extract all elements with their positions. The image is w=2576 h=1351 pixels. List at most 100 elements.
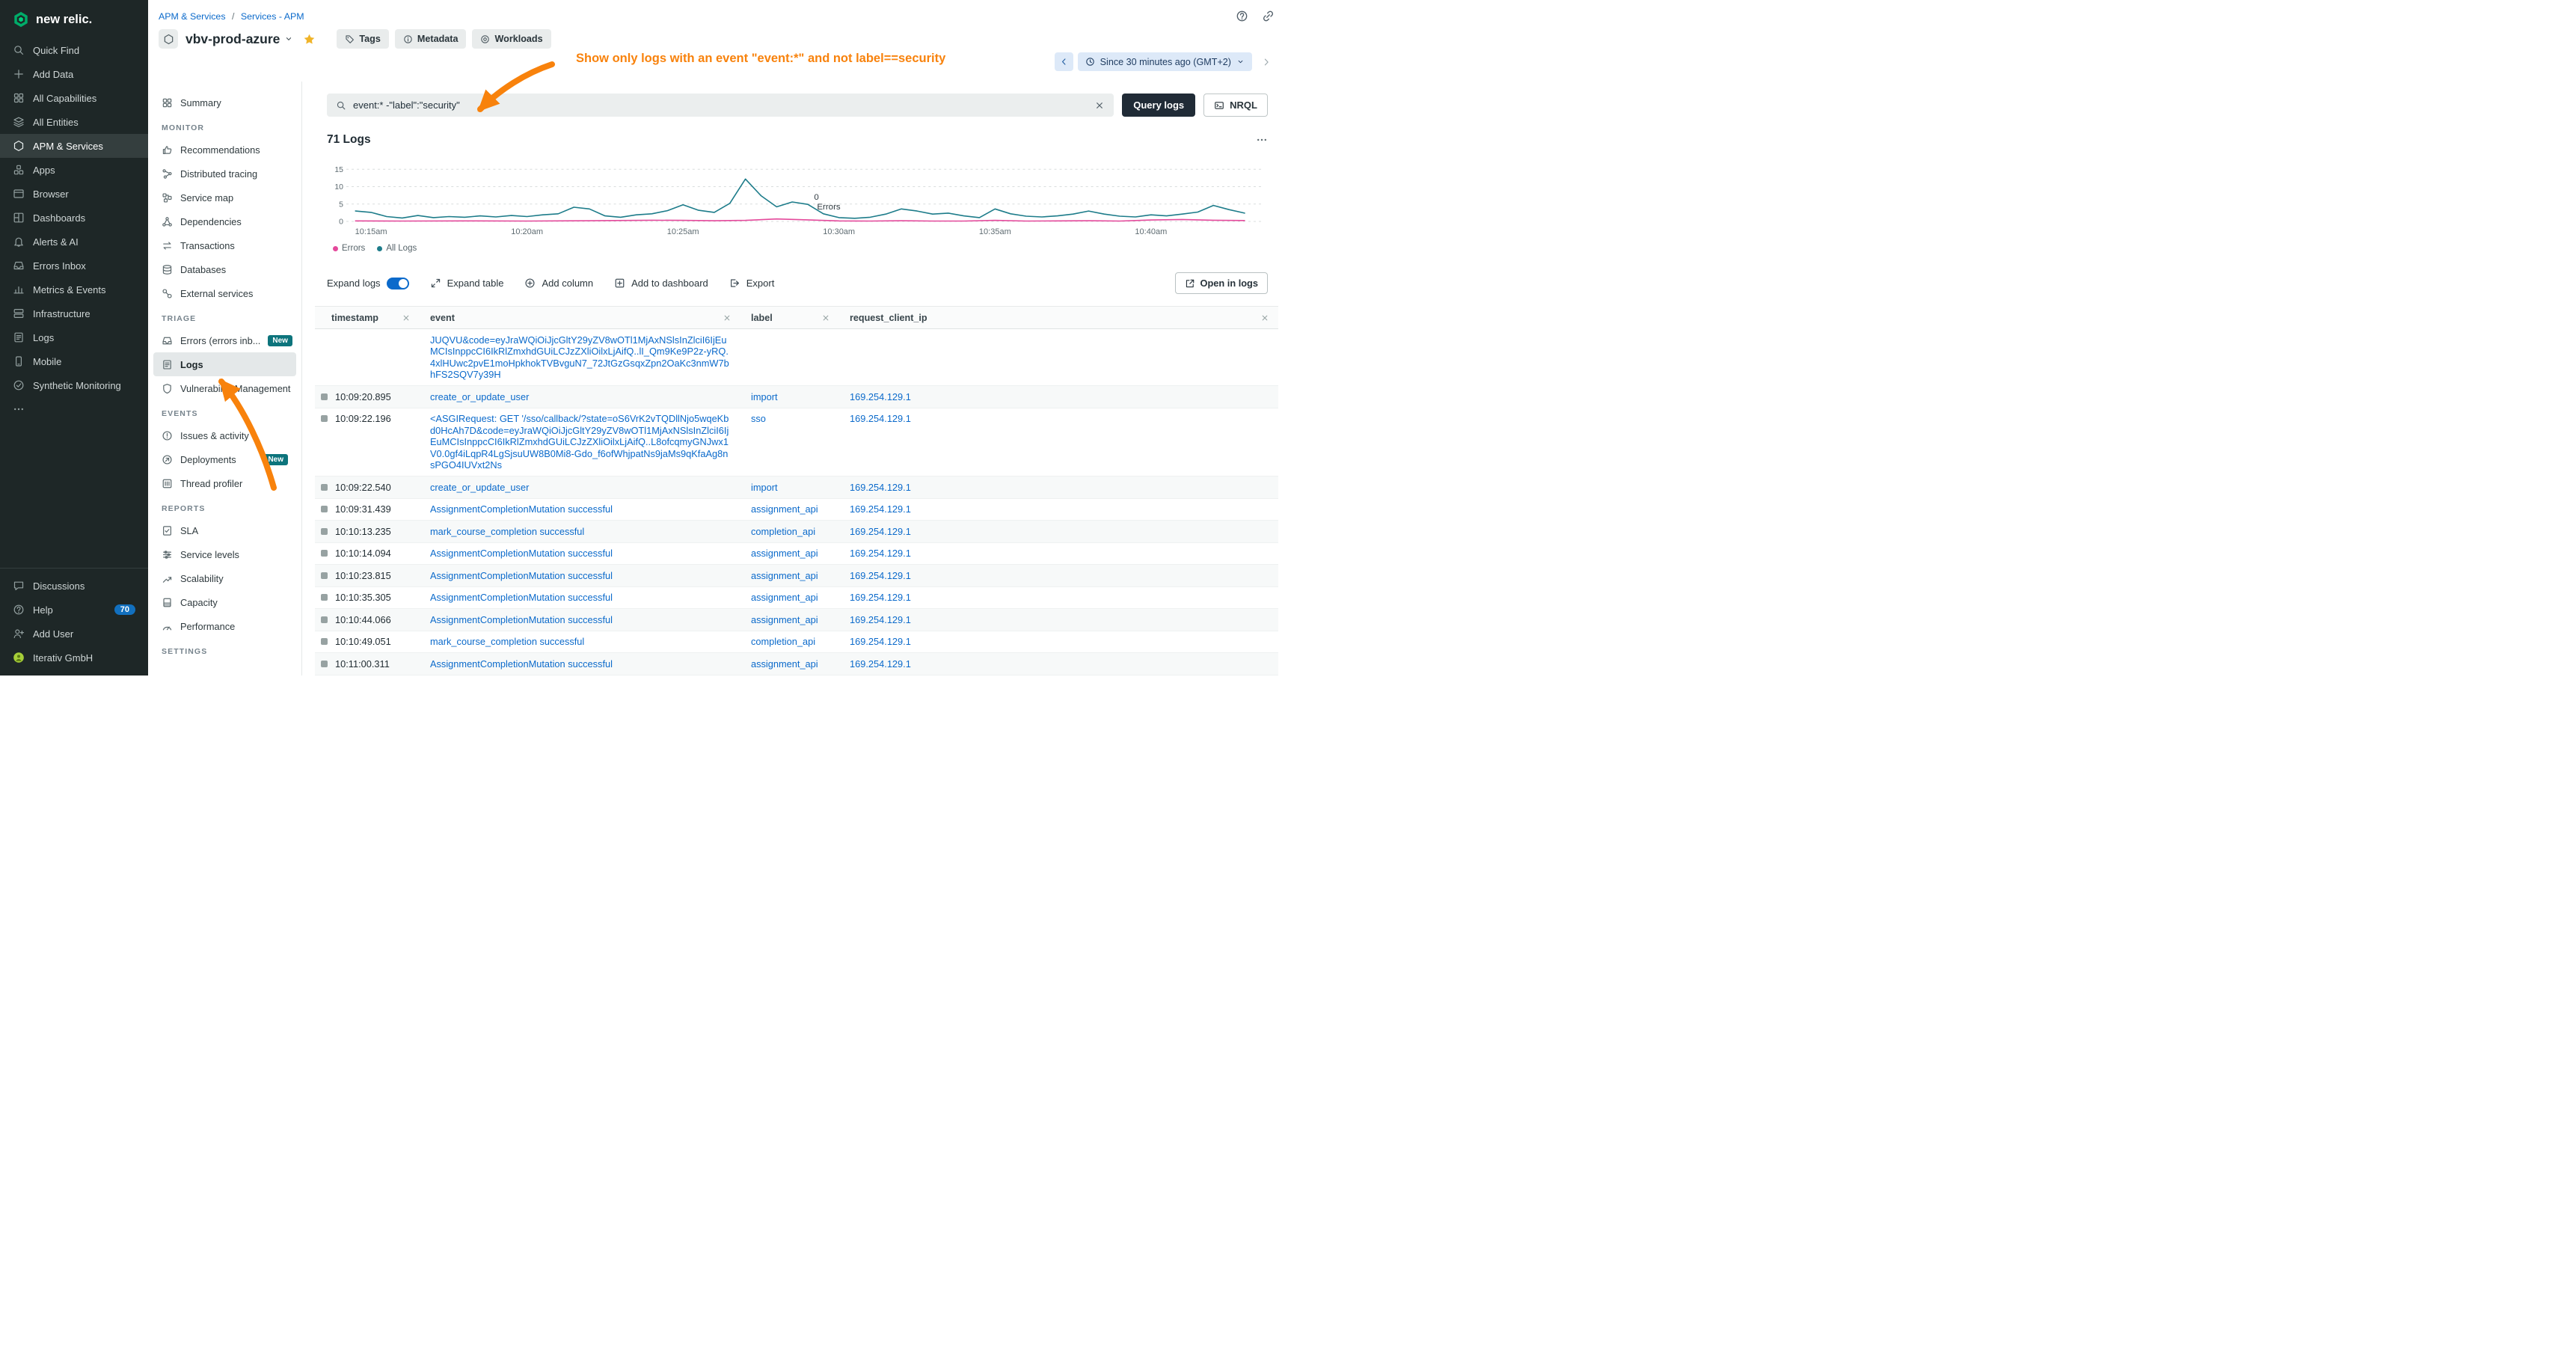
- table-row[interactable]: JUQVU&code=eyJraWQiOiJjcGltY29yZV8wOTl1M…: [315, 329, 1278, 386]
- column-header-timestamp[interactable]: timestamp: [315, 313, 420, 323]
- sidebar-item-synthetic-monitoring[interactable]: Synthetic Monitoring: [0, 373, 148, 397]
- tags-button[interactable]: Tags: [337, 29, 388, 49]
- label-link[interactable]: assignment_api: [751, 548, 818, 559]
- label-link[interactable]: completion_api: [751, 526, 815, 537]
- table-row[interactable]: 10:09:22.196<ASGIRequest: GET '/sso/call…: [315, 408, 1278, 477]
- event-link[interactable]: create_or_update_user: [430, 391, 529, 402]
- label-link[interactable]: assignment_api: [751, 592, 818, 603]
- ip-link[interactable]: 169.254.129.1: [850, 391, 911, 402]
- event-link[interactable]: AssignmentCompletionMutation successful: [430, 658, 613, 670]
- table-row[interactable]: 10:11:00.311AssignmentCompletionMutation…: [315, 653, 1278, 676]
- event-link[interactable]: mark_course_completion successful: [430, 636, 584, 647]
- subnav-item-service-levels[interactable]: Service levels: [148, 542, 301, 566]
- time-picker[interactable]: Since 30 minutes ago (GMT+2): [1078, 52, 1252, 71]
- help-icon[interactable]: [1236, 10, 1248, 22]
- time-forward-button[interactable]: [1257, 56, 1276, 68]
- sidebar-item-metrics-events[interactable]: Metrics & Events: [0, 278, 148, 301]
- event-link[interactable]: AssignmentCompletionMutation successful: [430, 614, 613, 625]
- sidebar-item-help[interactable]: Help70: [0, 598, 148, 622]
- row-checkbox[interactable]: [321, 572, 328, 579]
- log-query-input[interactable]: event:* -"label":"security": [327, 94, 1114, 117]
- row-checkbox[interactable]: [321, 638, 328, 645]
- subnav-item-distributed-tracing[interactable]: Distributed tracing: [148, 162, 301, 186]
- favorite-star-icon[interactable]: [303, 33, 316, 46]
- ip-link[interactable]: 169.254.129.1: [850, 413, 911, 424]
- sidebar-item-logs[interactable]: Logs: [0, 325, 148, 349]
- label-link[interactable]: assignment_api: [751, 614, 818, 625]
- event-link[interactable]: mark_course_completion successful: [430, 526, 584, 537]
- column-header-label[interactable]: label: [740, 313, 839, 323]
- sidebar-item-add-data[interactable]: Add Data: [0, 62, 148, 86]
- sidebar-item-quick-find[interactable]: Quick Find: [0, 38, 148, 62]
- subnav-item-sla[interactable]: SLA: [148, 518, 301, 542]
- subnav-item-deployments[interactable]: DeploymentsNew: [148, 447, 301, 471]
- subnav-item-databases[interactable]: Databases: [148, 257, 301, 281]
- subnav-item-dependencies[interactable]: Dependencies: [148, 209, 301, 233]
- subnav-item-performance[interactable]: Performance: [148, 614, 301, 638]
- table-row[interactable]: 10:10:49.051mark_course_completion succe…: [315, 631, 1278, 654]
- subnav-item-issues-activity[interactable]: Issues & activity: [148, 423, 301, 447]
- row-checkbox[interactable]: [321, 415, 328, 422]
- query-logs-button[interactable]: Query logs: [1122, 94, 1195, 117]
- workloads-button[interactable]: Workloads: [472, 29, 551, 49]
- sidebar-item-infrastructure[interactable]: Infrastructure: [0, 301, 148, 325]
- more-options-icon[interactable]: [1256, 134, 1268, 146]
- event-link[interactable]: AssignmentCompletionMutation successful: [430, 592, 613, 603]
- breadcrumb-apm-services[interactable]: APM & Services: [159, 11, 226, 22]
- subnav-item-scalability[interactable]: Scalability: [148, 566, 301, 590]
- subnav-item-errors-errors-inb[interactable]: Errors (errors inb...New: [148, 328, 301, 352]
- label-link[interactable]: assignment_api: [751, 658, 818, 670]
- remove-column-icon[interactable]: [402, 313, 411, 322]
- time-back-button[interactable]: [1055, 52, 1073, 71]
- row-checkbox[interactable]: [321, 506, 328, 512]
- table-row[interactable]: 10:09:20.895create_or_update_userimport1…: [315, 386, 1278, 408]
- subnav-item-vulnerability-management[interactable]: Vulnerability Management: [148, 376, 301, 400]
- column-header-event[interactable]: event: [420, 313, 740, 323]
- open-in-logs-button[interactable]: Open in logs: [1175, 272, 1269, 294]
- subnav-item-capacity[interactable]: Capacity: [148, 590, 301, 614]
- subnav-item-external-services[interactable]: External services: [148, 281, 301, 305]
- expand-logs-toggle[interactable]: Expand logs: [327, 278, 409, 290]
- ip-link[interactable]: 169.254.129.1: [850, 570, 911, 581]
- label-link[interactable]: sso: [751, 413, 766, 424]
- label-link[interactable]: import: [751, 391, 778, 402]
- remove-column-icon[interactable]: [821, 313, 830, 322]
- page-title[interactable]: vbv-prod-azure: [185, 31, 280, 47]
- table-row[interactable]: 10:10:35.305AssignmentCompletionMutation…: [315, 587, 1278, 610]
- row-checkbox[interactable]: [321, 616, 328, 623]
- add-column-button[interactable]: Add column: [524, 278, 593, 289]
- ip-link[interactable]: 169.254.129.1: [850, 526, 911, 537]
- clear-query-icon[interactable]: [1094, 100, 1105, 111]
- remove-column-icon[interactable]: [723, 313, 732, 322]
- sidebar-item-mobile[interactable]: Mobile: [0, 349, 148, 373]
- event-link[interactable]: AssignmentCompletionMutation successful: [430, 503, 613, 515]
- toggle-on[interactable]: [387, 278, 409, 290]
- ip-link[interactable]: 169.254.129.1: [850, 636, 911, 647]
- sidebar-item-add-user[interactable]: Add User: [0, 622, 148, 646]
- sidebar-item-iterativ-gmbh[interactable]: Iterativ GmbH: [0, 646, 148, 670]
- export-button[interactable]: Export: [729, 278, 775, 289]
- table-row[interactable]: 10:10:23.815AssignmentCompletionMutation…: [315, 565, 1278, 587]
- sidebar-item-alerts-ai[interactable]: Alerts & AI: [0, 230, 148, 254]
- subnav-item-thread-profiler[interactable]: Thread profiler: [148, 471, 301, 495]
- sidebar-item-browser[interactable]: Browser: [0, 182, 148, 206]
- event-link[interactable]: create_or_update_user: [430, 482, 529, 493]
- ip-link[interactable]: 169.254.129.1: [850, 503, 911, 515]
- breadcrumb-services-apm[interactable]: Services - APM: [241, 11, 304, 22]
- sidebar-item-more[interactable]: [0, 397, 148, 421]
- nrql-button[interactable]: NRQL: [1203, 94, 1268, 117]
- table-row[interactable]: 10:09:22.540create_or_update_userimport1…: [315, 477, 1278, 499]
- sidebar-item-dashboards[interactable]: Dashboards: [0, 206, 148, 230]
- sidebar-item-discussions[interactable]: Discussions: [0, 574, 148, 598]
- row-checkbox[interactable]: [321, 393, 328, 400]
- entity-chevron-down-icon[interactable]: [284, 34, 293, 43]
- subnav-item-recommendations[interactable]: Recommendations: [148, 138, 301, 162]
- subnav-item-summary[interactable]: Summary: [148, 91, 301, 114]
- sidebar-item-all-entities[interactable]: All Entities: [0, 110, 148, 134]
- row-checkbox[interactable]: [321, 484, 328, 491]
- legend-all-logs[interactable]: All Logs: [377, 244, 417, 253]
- ip-link[interactable]: 169.254.129.1: [850, 482, 911, 493]
- row-checkbox[interactable]: [321, 550, 328, 557]
- label-link[interactable]: import: [751, 482, 778, 493]
- ip-link[interactable]: 169.254.129.1: [850, 658, 911, 670]
